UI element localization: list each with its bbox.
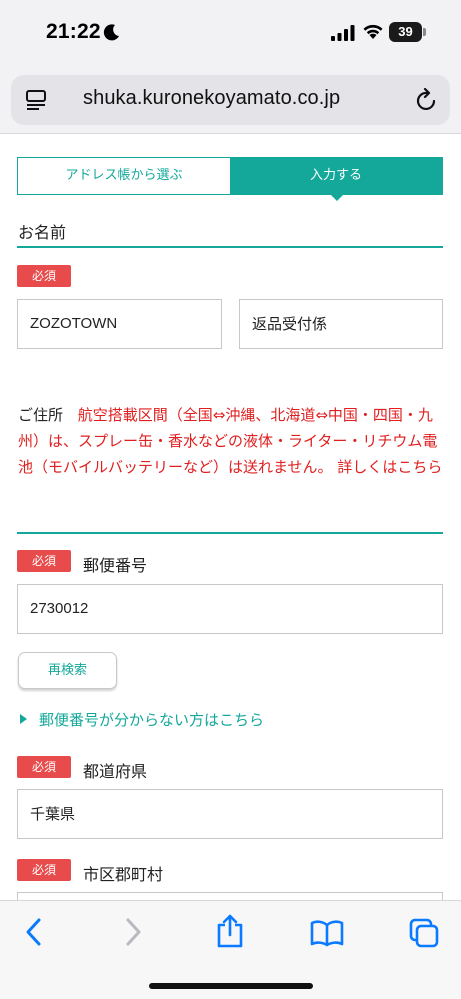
tabs-icon[interactable]	[408, 917, 440, 949]
city-input[interactable]	[17, 892, 443, 900]
status-time: 21:22	[46, 20, 101, 43]
address-section-header: ご住所 航空搭載区間（全国⇔沖縄、北海道⇔中国・四国・九州）は、スプレー缶・香水…	[18, 402, 446, 480]
tab-enter[interactable]: 入力する	[230, 158, 442, 201]
url-text[interactable]: shuka.kuronekoyamato.co.jp	[83, 87, 340, 110]
browser-address-area: shuka.kuronekoyamato.co.jp	[0, 66, 461, 134]
battery-nub	[423, 28, 426, 36]
prefecture-required-badge: 必須	[17, 756, 71, 778]
wifi-icon	[363, 24, 383, 39]
moon-icon	[103, 24, 119, 41]
city-required-badge: 必須	[17, 859, 71, 881]
postal-required-badge: 必須	[17, 550, 71, 572]
page-content: アドレス帳から選ぶ 入力する お名前 必須 ZOZOTOWN 返品受付係 ご住所…	[0, 134, 461, 900]
triangle-right-icon	[20, 714, 27, 724]
page-menu-icon[interactable]	[25, 89, 47, 111]
tab-address-book[interactable]: アドレス帳から選ぶ	[18, 158, 230, 194]
postal-help-link-label: 郵便番号が分からない方はこちら	[39, 711, 265, 729]
air-transport-warning[interactable]: 航空搭載区間（全国⇔沖縄、北海道⇔中国・四国・九州）は、スプレー缶・香水などの液…	[18, 406, 442, 476]
city-label: 市区郡町村	[83, 865, 164, 884]
postal-code-input[interactable]: 2730012	[17, 584, 443, 634]
back-icon[interactable]	[22, 915, 46, 949]
prefecture-label: 都道府県	[83, 762, 148, 781]
bookmarks-icon[interactable]	[310, 919, 344, 947]
address-section-divider	[17, 532, 443, 534]
first-name-input[interactable]: 返品受付係	[239, 299, 443, 349]
tab-enter-label: 入力する	[309, 168, 362, 183]
status-bar: 21:22 39	[0, 0, 461, 66]
active-tab-arrow	[330, 194, 344, 201]
share-icon[interactable]	[216, 913, 244, 949]
name-section-title: お名前	[18, 223, 67, 242]
forward-icon[interactable]	[121, 915, 145, 949]
postal-label: 郵便番号	[83, 556, 148, 575]
postal-help-link[interactable]: 郵便番号が分からない方はこちら	[20, 709, 264, 730]
research-button[interactable]: 再検索	[18, 652, 117, 689]
reload-icon[interactable]	[416, 88, 438, 112]
name-required-badge: 必須	[17, 265, 71, 287]
prefecture-input[interactable]: 千葉県	[17, 789, 443, 839]
signal-icon	[331, 25, 355, 41]
input-mode-tabs: アドレス帳から選ぶ 入力する	[17, 157, 443, 201]
name-section-divider	[17, 246, 443, 248]
battery-indicator: 39	[389, 22, 422, 42]
url-bar[interactable]: shuka.kuronekoyamato.co.jp	[11, 75, 450, 125]
address-section-title: ご住所	[18, 406, 64, 424]
last-name-input[interactable]: ZOZOTOWN	[17, 299, 222, 349]
home-indicator	[149, 983, 313, 989]
